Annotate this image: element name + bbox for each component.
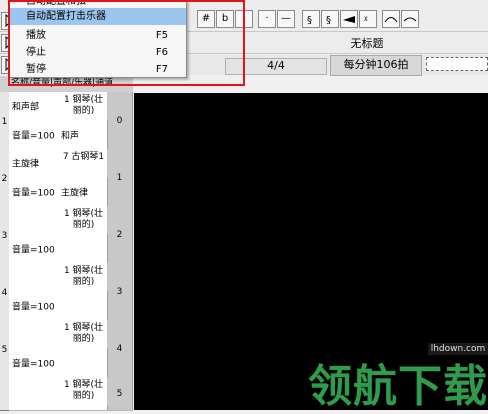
track-part-cell[interactable] bbox=[58, 405, 108, 411]
track-instrument-cell-text: 1 钢琴(壮丽的) bbox=[63, 95, 104, 116]
track-channel-cell[interactable]: 2 bbox=[107, 206, 133, 264]
track-volume-cell[interactable]: 音量=100 bbox=[9, 120, 59, 150]
track-volume-cell-text: 音量=100 bbox=[12, 131, 55, 141]
track-channel-cell[interactable]: 0 bbox=[107, 92, 133, 150]
tempo-input[interactable] bbox=[426, 57, 488, 71]
track-part-cell[interactable] bbox=[58, 291, 108, 321]
track-name-cell[interactable]: 主旋律 bbox=[9, 149, 59, 178]
menu-item-label: 停止 bbox=[26, 47, 46, 58]
track-volume-cell[interactable]: 音量=100 bbox=[9, 234, 59, 264]
track-instrument-cell[interactable]: 1 钢琴(壮丽的) bbox=[58, 263, 108, 292]
track-header-label: 名称/音量|声部/乐器|通道 bbox=[11, 78, 114, 88]
tempo-label: 每分钟106拍 bbox=[330, 55, 422, 76]
octave-down-icon: § bbox=[326, 15, 331, 26]
track-part-cell-text: 主旋律 bbox=[61, 188, 89, 198]
menu-item-label: 播放 bbox=[26, 30, 46, 41]
play-menu: 自动配置和弦 自动配置打击乐器 播放 F5 停止 F6 暂停 F7 bbox=[9, 0, 187, 78]
document-title: 无标题 bbox=[350, 37, 384, 50]
octave-up-icon: § bbox=[307, 15, 312, 26]
track-instrument-cell-text: 1 钢琴(壮丽的) bbox=[63, 209, 104, 230]
crescendo-button[interactable] bbox=[340, 10, 358, 28]
track-volume-cell-text: 音量=100 bbox=[12, 245, 55, 255]
track-channel-cell[interactable]: 3 bbox=[107, 263, 133, 321]
track-channel-cell[interactable]: 5 bbox=[107, 377, 133, 411]
track-index-label: 2 bbox=[1, 174, 8, 185]
track-instrument-cell[interactable]: 1 钢琴(壮丽的) bbox=[58, 206, 108, 235]
menu-item-pause[interactable]: 暂停 F7 bbox=[10, 61, 186, 78]
tie-button[interactable] bbox=[401, 10, 419, 28]
track-index-label: 1 bbox=[1, 117, 8, 128]
track-list-header: 名称/音量|声部/乐器|通道 bbox=[0, 76, 133, 93]
track-instrument-cell-text: 7 古钢琴1 bbox=[62, 152, 105, 162]
track-part-cell[interactable]: 主旋律 bbox=[58, 177, 108, 207]
watermark: lhdown.com 领航下载 bbox=[296, 340, 488, 412]
track-channel-cell[interactable]: 1 bbox=[107, 149, 133, 207]
track-list: 名称/音量|声部/乐器|通道 1 和声部 1 钢琴(壮丽的) 0 音量=100 和声 2 主旋… bbox=[0, 76, 133, 411]
svg-text:ᵡ: ᵡ bbox=[364, 15, 368, 26]
tie-icon bbox=[403, 17, 417, 22]
octave-up-button[interactable]: § bbox=[302, 10, 320, 28]
track-channel-cell-text: 4 bbox=[116, 343, 123, 354]
track-channel-cell-text: 2 bbox=[116, 229, 123, 240]
track-channel-cell-text: 5 bbox=[116, 388, 123, 399]
flat-button[interactable]: b bbox=[216, 10, 234, 28]
menu-item-label: 自动配置打击乐器 bbox=[26, 11, 106, 22]
track-name-cell[interactable] bbox=[9, 320, 59, 349]
track-volume-cell-text: 音量=100 bbox=[12, 302, 55, 312]
track-volume-cell[interactable]: 音量=100 bbox=[9, 348, 59, 378]
accent-icon: ᵡ bbox=[364, 15, 368, 26]
track-channel-cell[interactable]: 4 bbox=[107, 320, 133, 378]
track-index-label: 5 bbox=[1, 345, 8, 356]
track-index-label: 3 bbox=[1, 231, 8, 242]
accent-button[interactable]: ᵡ bbox=[359, 10, 377, 28]
track-volume-cell-text: 音量=100 bbox=[12, 359, 55, 369]
slur-button[interactable] bbox=[382, 10, 400, 28]
menu-item-auto-percussion[interactable]: 自动配置打击乐器 bbox=[10, 8, 186, 25]
menu-item-shortcut: F7 bbox=[155, 64, 168, 75]
track-part-cell-text: 和声 bbox=[61, 131, 80, 141]
svg-text:§: § bbox=[326, 15, 331, 26]
track-name-cell[interactable] bbox=[9, 377, 59, 406]
track-instrument-cell[interactable]: 1 钢琴(壮丽的) bbox=[58, 92, 108, 121]
dash-button[interactable]: — bbox=[277, 10, 295, 28]
slur-icon bbox=[384, 17, 398, 23]
track-instrument-cell-text: 1 钢琴(壮丽的) bbox=[63, 323, 104, 344]
track-volume-cell[interactable]: 音量=100 bbox=[9, 177, 59, 207]
menu-item-play[interactable]: 播放 F5 bbox=[10, 27, 186, 44]
dot-button[interactable]: · bbox=[258, 10, 276, 28]
menu-item-stop[interactable]: 停止 F6 bbox=[10, 44, 186, 61]
track-volume-cell[interactable] bbox=[9, 405, 59, 411]
track-instrument-cell-text: 1 钢琴(壮丽的) bbox=[63, 266, 104, 287]
track-instrument-cell[interactable]: 1 钢琴(壮丽的) bbox=[58, 320, 108, 349]
track-part-cell[interactable]: 和声 bbox=[58, 120, 108, 150]
octave-down-button[interactable]: § bbox=[321, 10, 339, 28]
track-instrument-cell-text: 1 钢琴(壮丽的) bbox=[63, 380, 104, 401]
sharp-button[interactable]: # bbox=[197, 10, 215, 28]
watermark-text: 领航下载 bbox=[308, 361, 488, 412]
svg-text:§: § bbox=[307, 15, 312, 26]
track-channel-cell-text: 1 bbox=[116, 172, 123, 183]
track-volume-cell-text: 音量=100 bbox=[12, 188, 55, 198]
track-name-cell-text: 和声部 bbox=[12, 102, 40, 113]
track-name-cell[interactable]: 和声部 bbox=[9, 92, 59, 121]
track-instrument-cell[interactable]: 1 钢琴(壮丽的) bbox=[58, 377, 108, 406]
track-index-label: 4 bbox=[1, 288, 8, 299]
track-instrument-cell[interactable]: 7 古钢琴1 bbox=[58, 149, 108, 178]
track-channel-cell-text: 3 bbox=[116, 286, 123, 297]
track-name-cell[interactable] bbox=[9, 263, 59, 292]
menu-item-shortcut: F5 bbox=[155, 30, 168, 41]
menu-item-label: 暂停 bbox=[26, 64, 46, 75]
track-part-cell[interactable] bbox=[58, 348, 108, 378]
natural-button[interactable]: ♮ bbox=[235, 10, 253, 28]
track-volume-cell[interactable]: 音量=100 bbox=[9, 291, 59, 321]
menu-item-shortcut: F6 bbox=[155, 47, 168, 58]
track-name-cell-text: 主旋律 bbox=[12, 159, 40, 170]
time-signature[interactable]: 4/4 bbox=[225, 58, 327, 75]
track-part-cell[interactable] bbox=[58, 234, 108, 264]
track-name-cell[interactable] bbox=[9, 206, 59, 235]
crescendo-icon bbox=[343, 16, 355, 23]
track-channel-cell-text: 0 bbox=[116, 115, 123, 126]
